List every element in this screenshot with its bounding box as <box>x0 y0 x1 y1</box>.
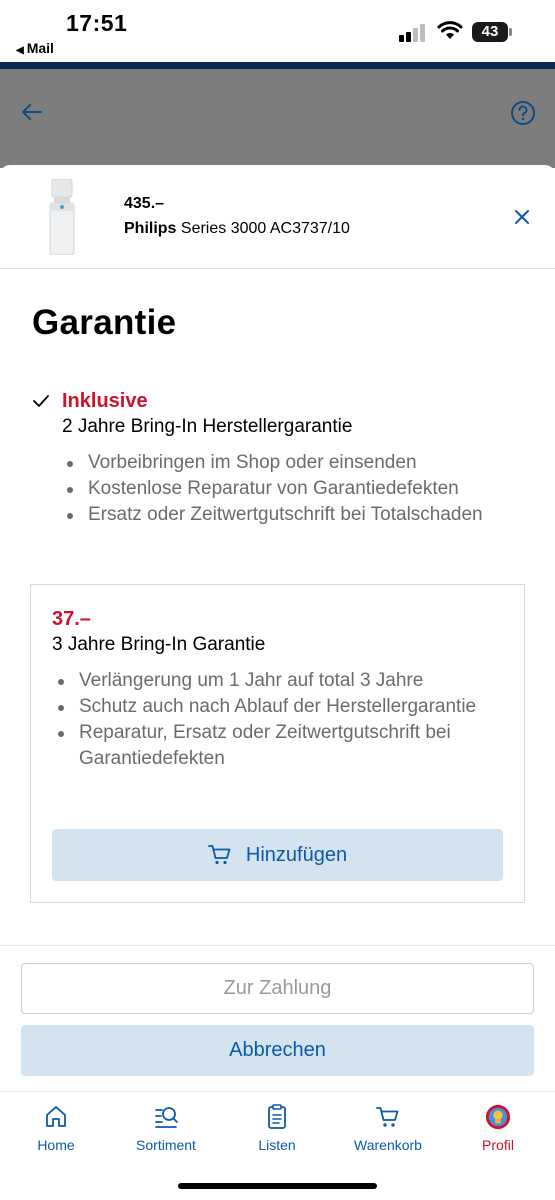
pay-button[interactable]: Zur Zahlung <box>21 963 534 1014</box>
list-item: Kostenlose Reparatur von Garantiedefekte… <box>62 476 532 502</box>
back-arrow-icon[interactable] <box>20 100 44 124</box>
clipboard-icon <box>268 1104 286 1129</box>
warranty-sheet: 435.– Philips Series 3000 AC3737/10 Gara… <box>0 165 555 1091</box>
product-brand: Philips <box>124 220 177 237</box>
battery-icon: 43 <box>472 22 508 42</box>
help-icon[interactable] <box>510 100 536 126</box>
offer-benefits-list: Verlängerung um 1 Jahr auf total 3 Jahre… <box>53 668 503 772</box>
list-item: Vorbeibringen im Shop oder einsenden <box>62 450 532 476</box>
included-label: Inklusive <box>62 390 148 412</box>
wifi-icon <box>437 21 463 39</box>
offer-price: 37.– <box>52 608 91 630</box>
search-list-icon <box>155 1107 178 1128</box>
included-warranty-title: 2 Jahre Bring-In Herstellergarantie <box>62 416 353 437</box>
included-benefits-list: Vorbeibringen im Shop oder einsenden Kos… <box>62 450 532 528</box>
header-navy-strip <box>0 62 555 69</box>
cellular-signal-icon <box>399 24 427 42</box>
extended-warranty-card: 37.– 3 Jahre Bring-In Garantie Verlänger… <box>30 584 525 903</box>
product-price: 435.– <box>124 195 165 212</box>
offer-title: 3 Jahre Bring-In Garantie <box>52 634 266 655</box>
nav-label: Listen <box>258 1137 296 1153</box>
battery-cap <box>509 28 512 36</box>
nav-listen[interactable]: Listen <box>227 1104 327 1153</box>
back-triangle-icon: ◀ <box>16 45 24 56</box>
profile-avatar-icon <box>485 1104 511 1130</box>
nav-sortiment[interactable]: Sortiment <box>116 1104 216 1153</box>
divider <box>0 945 555 946</box>
cancel-button[interactable]: Abbrechen <box>21 1025 534 1076</box>
status-time: 17:51 <box>66 10 128 36</box>
status-bar: 17:51 ◀ Mail 43 <box>0 0 555 62</box>
close-icon[interactable] <box>512 207 532 227</box>
cart-icon <box>208 845 231 865</box>
list-item: Verlängerung um 1 Jahr auf total 3 Jahre <box>53 668 503 694</box>
list-item: Reparatur, Ersatz oder Zeitwertgutschrif… <box>53 720 503 772</box>
nav-home[interactable]: Home <box>6 1104 106 1153</box>
add-button-label: Hinzufügen <box>245 843 348 866</box>
page-title: Garantie <box>32 303 177 342</box>
back-app-label: Mail <box>26 40 54 56</box>
nav-label: Profil <box>482 1137 514 1153</box>
back-to-app-link[interactable]: ◀ Mail <box>16 40 54 56</box>
nav-warenkorb[interactable]: Warenkorb <box>338 1104 438 1153</box>
app-header <box>0 62 555 168</box>
checkmark-icon <box>33 395 49 407</box>
nav-label: Sortiment <box>136 1137 196 1153</box>
nav-profil[interactable]: Profil <box>448 1104 548 1153</box>
list-item: Ersatz oder Zeitwertgutschrift bei Total… <box>62 502 532 528</box>
home-indicator <box>178 1183 377 1189</box>
list-item: Schutz auch nach Ablauf der Herstellerga… <box>53 694 503 720</box>
product-summary: 435.– Philips Series 3000 AC3737/10 <box>0 165 555 269</box>
product-model: Series 3000 AC3737/10 <box>176 220 350 237</box>
product-name: Philips Series 3000 AC3737/10 <box>124 220 350 238</box>
nav-label: Warenkorb <box>354 1137 422 1153</box>
cart-icon <box>376 1107 399 1127</box>
home-icon <box>46 1106 66 1127</box>
add-warranty-button[interactable]: Hinzufügen <box>52 829 503 881</box>
product-image <box>49 179 75 255</box>
nav-label: Home <box>37 1137 75 1153</box>
